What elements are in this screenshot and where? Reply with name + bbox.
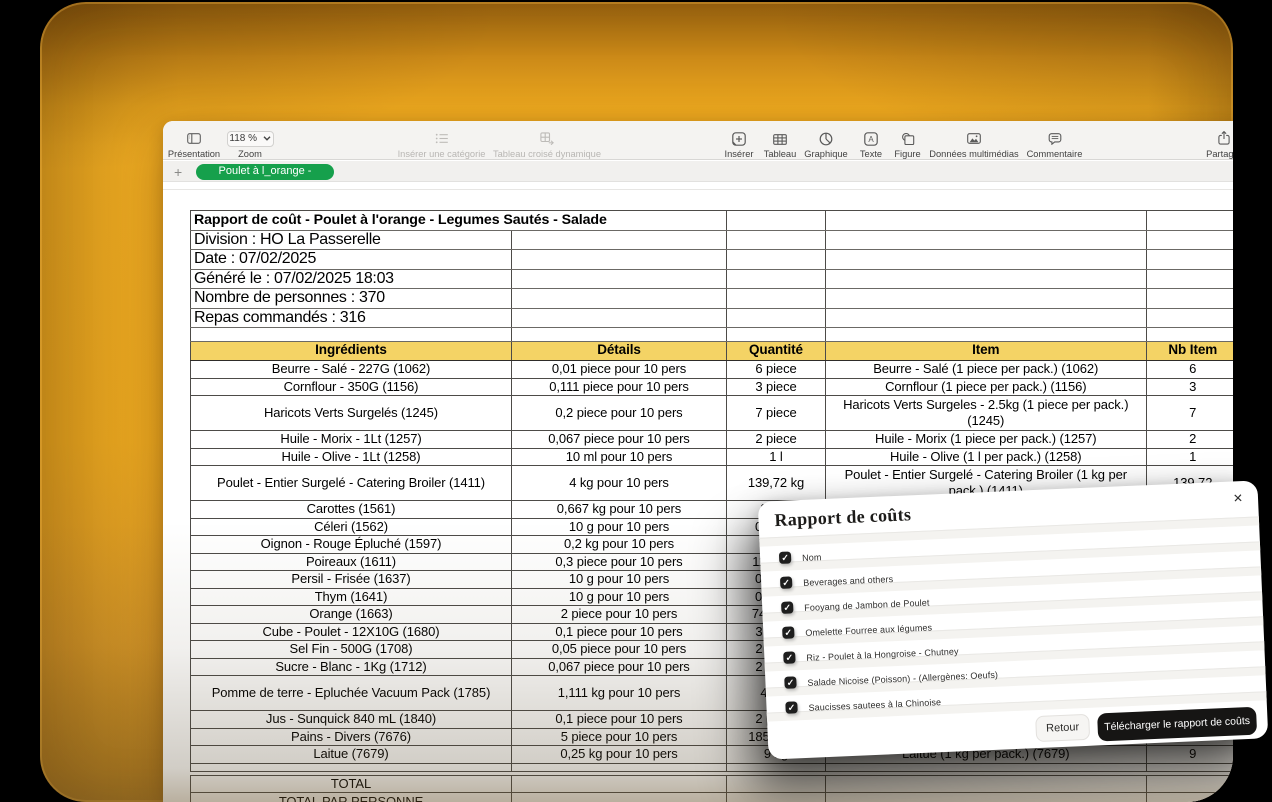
- svg-text:A: A: [868, 135, 874, 144]
